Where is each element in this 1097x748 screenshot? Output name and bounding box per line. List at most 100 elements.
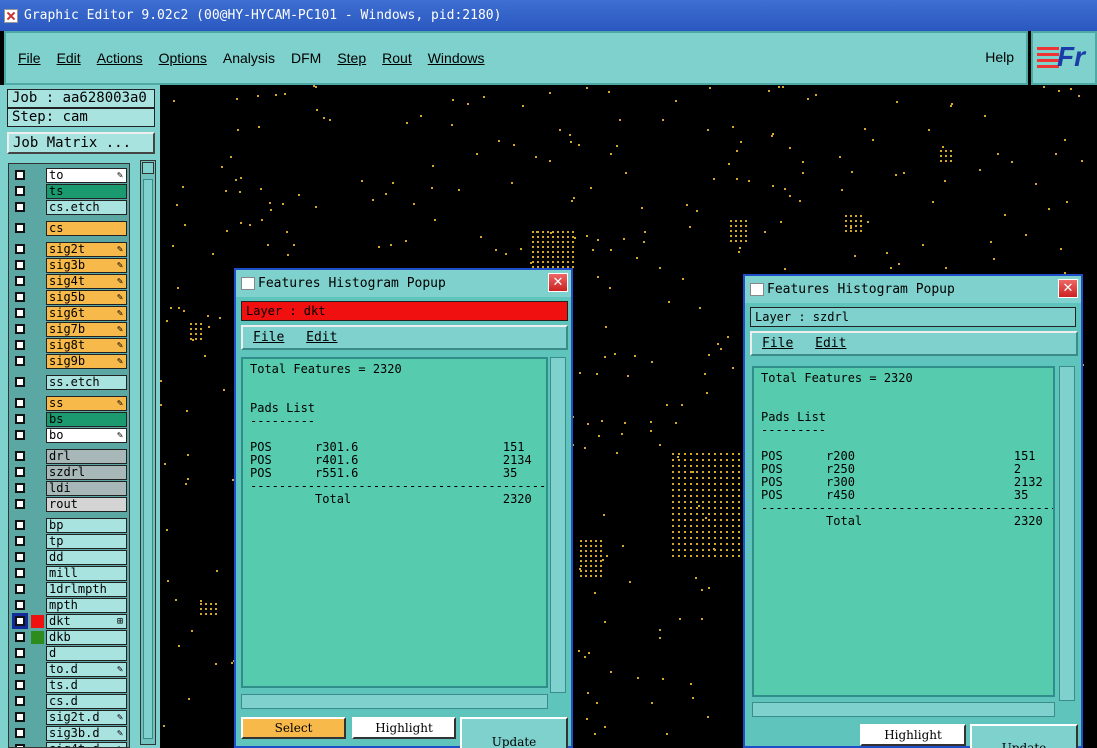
layer-row-cs.d[interactable]: cs.d — [9, 694, 129, 709]
menu-edit[interactable]: Edit — [57, 50, 81, 66]
vertical-scrollbar[interactable] — [550, 357, 566, 693]
layer-row-1drlmpth[interactable]: 1drlmpth — [9, 582, 129, 597]
layer-checkbox[interactable] — [15, 414, 25, 424]
layer-checkbox[interactable] — [15, 744, 25, 747]
layer-name[interactable]: cs.d — [46, 694, 127, 709]
layer-checkbox[interactable] — [15, 223, 25, 233]
layer-name[interactable]: cs — [46, 221, 127, 236]
layer-name[interactable]: mpth — [46, 598, 127, 613]
layer-checkbox[interactable] — [15, 499, 25, 509]
layer-checkbox[interactable] — [15, 467, 25, 477]
layer-checkbox[interactable] — [15, 664, 25, 674]
vertical-scrollbar[interactable] — [1059, 366, 1075, 701]
select-button[interactable]: Select — [241, 717, 346, 739]
menu-step[interactable]: Step — [337, 50, 366, 66]
layer-checkbox[interactable] — [15, 648, 25, 658]
layer-name[interactable]: dd — [46, 550, 127, 565]
menu-dfm[interactable]: DFM — [291, 50, 321, 66]
layer-checkbox[interactable] — [15, 308, 25, 318]
layer-row-cs[interactable]: cs — [9, 221, 129, 236]
layer-checkbox[interactable] — [15, 398, 25, 408]
layer-row-ts[interactable]: ts — [9, 184, 129, 199]
layer-checkbox[interactable] — [15, 324, 25, 334]
menu-analysis[interactable]: Analysis — [223, 50, 275, 66]
layer-name[interactable]: sig5b ✎ — [46, 290, 127, 305]
layer-name[interactable]: sig2t ✎ — [46, 242, 127, 257]
layer-row-rout[interactable]: rout — [9, 497, 129, 512]
popup-menu-file[interactable]: File — [253, 330, 284, 345]
layer-row-sig2t[interactable]: sig2t ✎ — [9, 242, 129, 257]
menu-help[interactable]: Help — [985, 49, 1014, 65]
menu-windows[interactable]: Windows — [428, 50, 485, 66]
layer-checkbox[interactable] — [15, 276, 25, 286]
layer-checkbox[interactable] — [15, 520, 25, 530]
layer-row-ss.etch[interactable]: ss.etch — [9, 375, 129, 390]
layer-name[interactable]: d — [46, 646, 127, 661]
layer-row-bs[interactable]: bs — [9, 412, 129, 427]
menu-rout[interactable]: Rout — [382, 50, 412, 66]
layer-checkbox[interactable] — [15, 536, 25, 546]
layer-row-sig3b[interactable]: sig3b ✎ — [9, 258, 129, 273]
popup-menu-file[interactable]: File — [762, 336, 793, 351]
popup-titlebar[interactable]: Features Histogram Popup ✕ — [236, 270, 571, 297]
layer-name[interactable]: sig7b ✎ — [46, 322, 127, 337]
update-button[interactable]: Update — [970, 724, 1078, 748]
layer-name[interactable]: ss ✎ — [46, 396, 127, 411]
layer-row-sig9b[interactable]: sig9b ✎ — [9, 354, 129, 369]
layer-row-dkt[interactable]: dkt ⊞ — [9, 613, 129, 629]
layer-name[interactable]: to ✎ — [46, 168, 127, 183]
popup-menu-edit[interactable]: Edit — [815, 336, 846, 351]
layer-name[interactable]: sig6t ✎ — [46, 306, 127, 321]
layer-name[interactable]: sig3b.d ✎ — [46, 726, 127, 741]
layer-row-ts.d[interactable]: ts.d — [9, 678, 129, 693]
layer-checkbox[interactable] — [15, 170, 25, 180]
layer-row-to.d[interactable]: to.d ✎ — [9, 662, 129, 677]
layer-checkbox[interactable] — [15, 696, 25, 706]
layer-checkbox[interactable] — [15, 202, 25, 212]
layer-row-sig4t.d[interactable]: sig4t.d ✎ — [9, 742, 129, 747]
layer-row-drl[interactable]: drl — [9, 449, 129, 464]
close-icon[interactable]: ✕ — [548, 273, 568, 292]
layer-checkbox[interactable] — [12, 613, 28, 629]
highlight-button[interactable]: Highlight — [352, 717, 456, 739]
menu-options[interactable]: Options — [159, 50, 207, 66]
layer-row-mill[interactable]: mill — [9, 566, 129, 581]
layer-checkbox[interactable] — [15, 292, 25, 302]
popup-menu-edit[interactable]: Edit — [306, 330, 337, 345]
layer-checkbox[interactable] — [15, 568, 25, 578]
layer-name[interactable]: sig4t ✎ — [46, 274, 127, 289]
layer-name[interactable]: szdrl — [46, 465, 127, 480]
layer-row-sig5b[interactable]: sig5b ✎ — [9, 290, 129, 305]
layer-name[interactable]: drl — [46, 449, 127, 464]
layer-checkbox[interactable] — [15, 356, 25, 366]
layer-row-cs.etch[interactable]: cs.etch — [9, 200, 129, 215]
layer-name[interactable]: 1drlmpth — [46, 582, 127, 597]
layer-row-tp[interactable]: tp — [9, 534, 129, 549]
layer-checkbox[interactable] — [15, 260, 25, 270]
layer-name[interactable]: ldi — [46, 481, 127, 496]
layer-name[interactable]: ts.d — [46, 678, 127, 693]
layer-name[interactable]: sig8t ✎ — [46, 338, 127, 353]
scroll-up-arrow-icon[interactable] — [142, 162, 154, 174]
layer-checkbox[interactable] — [15, 483, 25, 493]
layer-checkbox[interactable] — [15, 584, 25, 594]
layer-row-ss[interactable]: ss ✎ — [9, 396, 129, 411]
layer-name[interactable]: ts — [46, 184, 127, 199]
layer-checkbox[interactable] — [15, 632, 25, 642]
layer-name[interactable]: dkt ⊞ — [46, 614, 127, 629]
layer-row-d[interactable]: d — [9, 646, 129, 661]
layer-row-sig7b[interactable]: sig7b ✎ — [9, 322, 129, 337]
layer-row-bo[interactable]: bo ✎ — [9, 428, 129, 443]
layer-checkbox[interactable] — [15, 186, 25, 196]
layer-row-sig3b.d[interactable]: sig3b.d ✎ — [9, 726, 129, 741]
layer-row-mpth[interactable]: mpth — [9, 598, 129, 613]
highlight-button[interactable]: Highlight — [860, 724, 966, 746]
close-icon[interactable]: ✕ — [1058, 279, 1078, 298]
layer-name[interactable]: sig3b ✎ — [46, 258, 127, 273]
layer-row-to[interactable]: to ✎ — [9, 168, 129, 183]
layer-row-dd[interactable]: dd — [9, 550, 129, 565]
layer-name[interactable]: sig2t.d ✎ — [46, 710, 127, 725]
layer-checkbox[interactable] — [15, 680, 25, 690]
layer-name[interactable]: bs — [46, 412, 127, 427]
layer-row-sig2t.d[interactable]: sig2t.d ✎ — [9, 710, 129, 725]
